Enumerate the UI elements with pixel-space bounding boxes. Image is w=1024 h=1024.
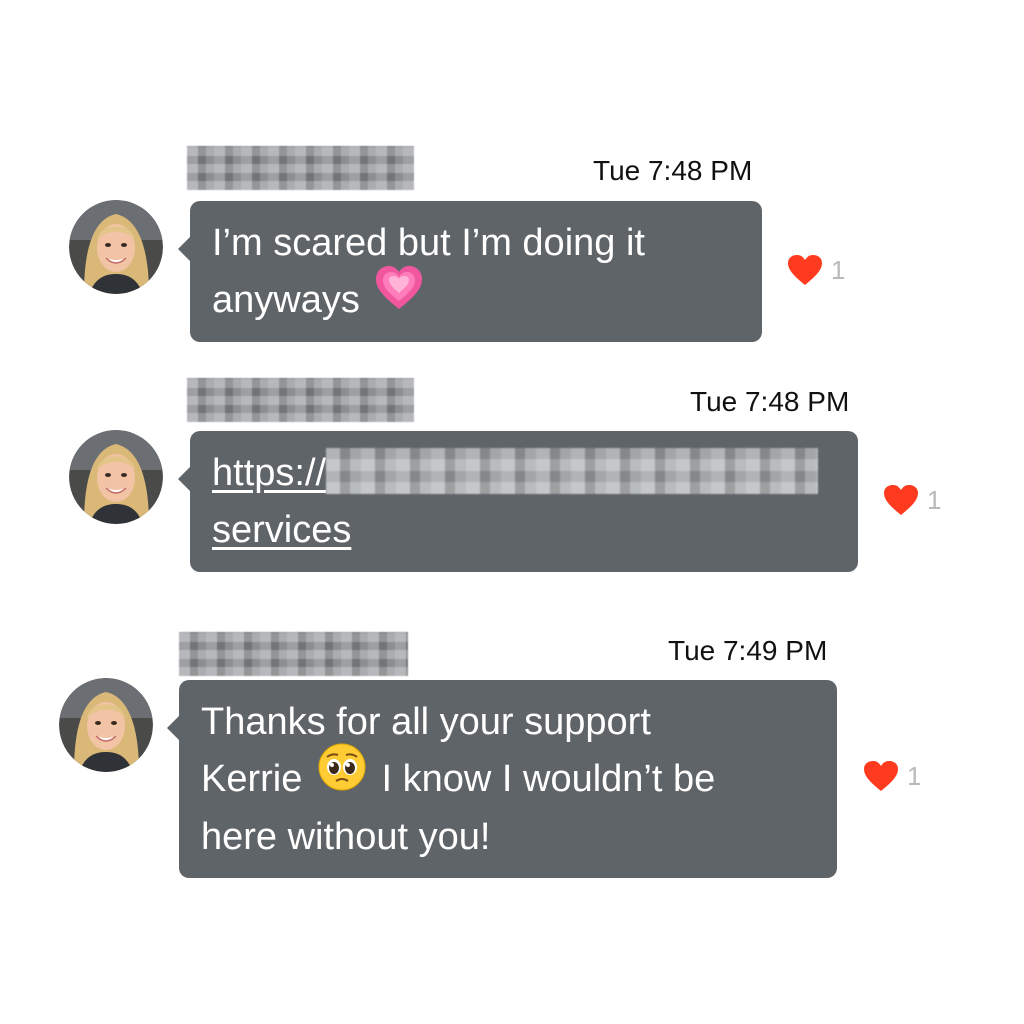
message-text-line: Kerrie — [201, 758, 303, 800]
message-link[interactable]: services — [212, 509, 351, 551]
like-count: 1 — [927, 484, 942, 515]
heart-icon — [884, 485, 918, 515]
message-bubble[interactable]: https:// services — [178, 431, 858, 572]
like-count: 1 — [907, 760, 922, 791]
avatar[interactable] — [69, 430, 163, 524]
pleading-face-emoji — [317, 742, 367, 809]
like-reaction[interactable]: 1 — [883, 484, 941, 516]
message-bubble[interactable]: Thanks for all your support Kerrie I kno… — [167, 680, 837, 878]
blurred-sender-name — [187, 378, 414, 422]
message-timestamp: Tue 7:48 PM — [690, 386, 850, 417]
blurred-sender-name — [187, 146, 414, 190]
heart-icon — [864, 761, 898, 791]
message-timestamp: Tue 7:48 PM — [593, 155, 753, 186]
blurred-url — [326, 447, 819, 494]
like-reaction[interactable]: 1 — [787, 254, 845, 286]
avatar[interactable] — [69, 200, 163, 294]
message-text-line: I’m scared but I’m doing it — [212, 222, 645, 264]
message-text-line: here without you! — [201, 816, 491, 859]
like-reaction[interactable]: 1 — [863, 760, 921, 792]
message-link[interactable]: https:// — [212, 452, 326, 494]
message-text-line: anyways — [212, 279, 360, 321]
like-count: 1 — [831, 254, 846, 285]
message-timestamp: Tue 7:49 PM — [668, 635, 828, 666]
avatar[interactable] — [59, 678, 153, 772]
blurred-sender-name — [179, 632, 408, 676]
message-text-line: Thanks for all your support — [201, 701, 651, 743]
growing-heart-emoji — [374, 265, 424, 328]
message-text-line: I know I wouldn’t be — [381, 758, 716, 800]
heart-icon — [788, 255, 822, 285]
message-bubble[interactable]: I’m scared but I’m doing it anyways — [178, 201, 762, 342]
